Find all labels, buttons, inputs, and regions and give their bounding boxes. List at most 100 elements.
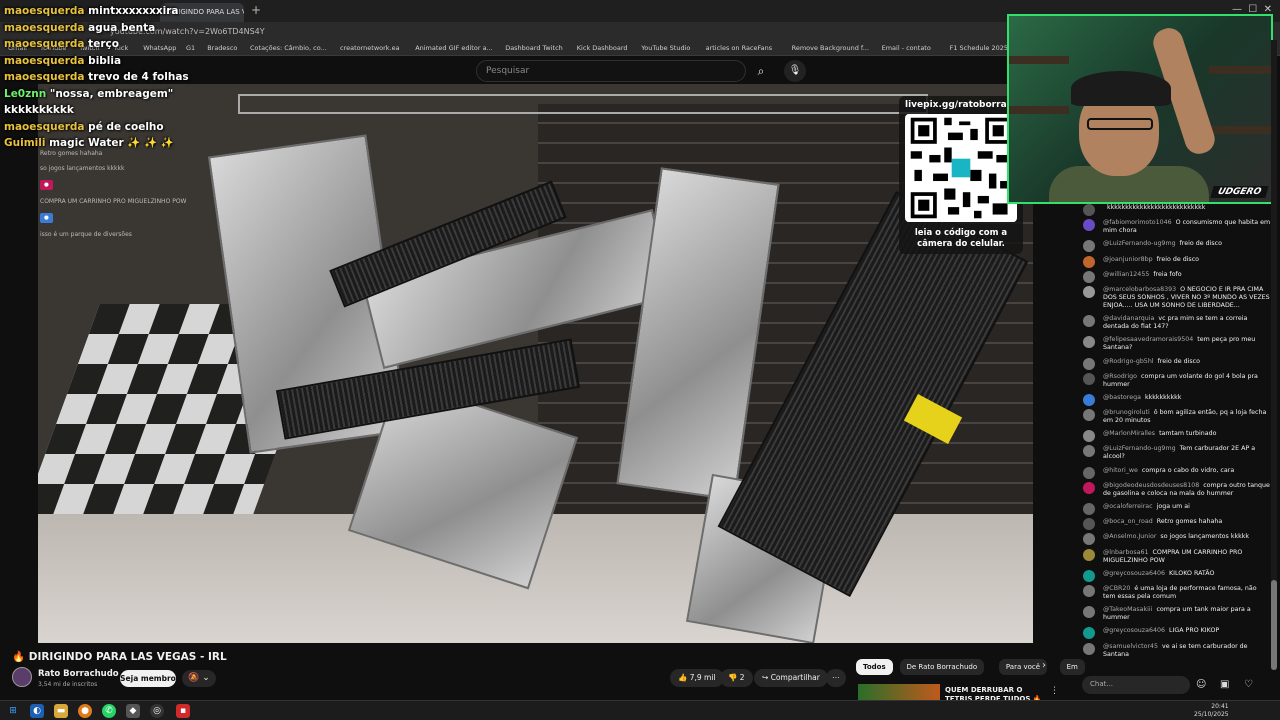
chat-username[interactable]: @bigodeodeusdosdeuses8108 (1103, 482, 1199, 489)
chat-message[interactable]: @MarlonMiralles tamtam turbinado (1075, 430, 1271, 443)
chat-username[interactable]: @willian12455 (1103, 271, 1149, 278)
chat-message[interactable]: @greycosouza6406 KILOKO RATÃO (1075, 569, 1271, 582)
filter-chip[interactable]: Em (1059, 659, 1085, 675)
search-input[interactable]: Pesquisar (476, 60, 746, 82)
chat-avatar[interactable] (1083, 372, 1095, 385)
chat-username[interactable]: @marcelobarbosa8393 (1103, 286, 1176, 293)
microphone-icon[interactable]: 🎙 (784, 60, 806, 82)
channel-avatar[interactable] (12, 667, 32, 687)
chat-username[interactable]: @felipesaavedramorais9504 (1103, 336, 1193, 343)
notification-bell-icon[interactable]: 🔕 ⌄ (182, 670, 216, 687)
bookmark-item[interactable]: Dashboard Twitch (505, 44, 563, 52)
bookmark-item[interactable]: creatornetwork.ea (340, 44, 400, 52)
chat-message[interactable]: @willian12455 freia fofo (1075, 270, 1271, 283)
chat-username[interactable]: @lnbarbosa61 (1103, 549, 1148, 556)
chat-username[interactable]: @ocaloferreirac (1103, 503, 1153, 510)
chat-avatar[interactable] (1083, 357, 1095, 370)
chat-avatar[interactable] (1083, 240, 1095, 253)
chat-avatar[interactable] (1083, 285, 1095, 298)
chat-username[interactable]: @LuizFernando-ug9mg (1103, 240, 1176, 247)
search-icon[interactable]: ⌕ (748, 60, 774, 82)
chat-username[interactable]: @brunogiroluti (1103, 409, 1150, 416)
chat-username[interactable]: @boca_on_road (1103, 518, 1153, 525)
chat-message[interactable]: @bigodeodeusdosdeuses8108 compra outro ta… (1075, 481, 1271, 498)
filter-chip[interactable]: De Rato Borrachudo (899, 659, 985, 675)
chat-avatar[interactable] (1083, 466, 1095, 479)
bookmark-item[interactable]: articles on RaceFans (706, 44, 773, 52)
whatsapp-icon[interactable]: ✆ (102, 704, 116, 718)
bookmark-item[interactable]: Kick Dashboard (577, 44, 628, 52)
chat-input[interactable]: Chat... (1082, 676, 1190, 694)
chat-message[interactable]: @brunogiroluti ô bom agiliza então, pq a … (1075, 409, 1271, 425)
chat-message[interactable]: @samuelvictor45 ve ai se tem carburador d… (1075, 642, 1271, 659)
bookmark-item[interactable]: Bradesco (207, 44, 237, 52)
chat-message[interactable]: @Rsodrigo compra um volante do gol 4 bola… (1075, 372, 1271, 389)
chat-message[interactable]: kkkkkkkkkkkkkkkkkkkkkkkkkkk (1075, 204, 1271, 216)
filter-chip[interactable]: Todos (856, 659, 893, 675)
chat-username[interactable]: @samuelvictor45 (1103, 643, 1158, 650)
chat-username[interactable]: @bastorega (1103, 394, 1141, 401)
chat-message[interactable]: @greycosouza6406 LIGA PRO KIKOP (1075, 627, 1271, 640)
chat-avatar[interactable] (1083, 481, 1095, 494)
chat-username[interactable]: @Rsodrigo (1103, 373, 1137, 380)
chat-message[interactable]: @hitori_we compra o cabo do vidro, cara (1075, 466, 1271, 479)
chat-avatar[interactable] (1083, 606, 1095, 619)
obs-icon[interactable]: ◎ (150, 704, 164, 718)
bookmark-item[interactable]: Cotações: Câmbio, co... (250, 44, 327, 52)
chat-avatar[interactable] (1083, 569, 1095, 582)
scrollbar[interactable] (1271, 40, 1277, 670)
chat-avatar[interactable] (1083, 627, 1095, 640)
chat-message[interactable]: @TakeoMasakiii compra um tank maior para … (1075, 606, 1271, 622)
chat-message[interactable]: @fabiomorimoto1046 O consumismo que habit… (1075, 219, 1271, 235)
chat-username[interactable]: @CBR20 (1103, 585, 1130, 592)
chat-avatar[interactable] (1083, 270, 1095, 283)
chat-username[interactable]: @TakeoMasakiii (1103, 606, 1152, 613)
chat-username[interactable]: @greycosouza6406 (1103, 570, 1165, 577)
chat-avatar[interactable] (1083, 445, 1095, 458)
chat-avatar[interactable] (1083, 642, 1095, 655)
bookmark-item[interactable]: Animated GIF editor a... (415, 44, 493, 52)
windows-start-icon[interactable]: ⊞ (6, 704, 20, 718)
app-icon[interactable]: ◆ (126, 704, 140, 718)
chat-username[interactable]: @Rodrigo-gb5hl (1103, 358, 1154, 365)
join-member-button[interactable]: Seja membro (120, 670, 176, 687)
chat-username[interactable]: @MarlonMiralles (1103, 430, 1155, 437)
chat-username[interactable]: @joanjunior8bp (1103, 256, 1153, 263)
like-button[interactable]: 👍 7,9 mil (670, 669, 724, 687)
chat-username[interactable]: @LuizFernando-ug9mg (1103, 445, 1176, 452)
chat-message[interactable]: @LuizFernando-ug9mg freio de disco (1075, 240, 1271, 253)
chat-message[interactable]: @Anselmo.Junior so jogos lançamentos kkkk… (1075, 533, 1271, 546)
chat-message[interactable]: @lnbarbosa61 COMPRA UM CARRINHO PRO MIGUE… (1075, 548, 1271, 565)
chat-message[interactable]: @LuizFernando-ug9mg Tem carburador 2E AP … (1075, 445, 1271, 461)
app-icon[interactable]: ▪ (176, 704, 190, 718)
chat-message[interactable]: @CBR20 é uma loja de performace famosa, n… (1075, 584, 1271, 601)
chat-avatar[interactable] (1083, 584, 1095, 597)
chat-username[interactable]: @Anselmo.Junior (1103, 533, 1156, 540)
chat-username[interactable]: @greycosouza6406 (1103, 627, 1165, 634)
app-icon[interactable]: ● (78, 704, 92, 718)
kebab-menu-icon[interactable]: ⋮ (1050, 686, 1059, 696)
chat-username[interactable]: @hitori_we (1103, 467, 1138, 474)
edge-browser-icon[interactable]: ◐ (30, 704, 44, 718)
chat-message[interactable]: @ocaloferreirac joga um ai (1075, 503, 1271, 515)
dislike-button[interactable]: 👎 2 (720, 669, 753, 687)
chat-message[interactable]: @boca_on_road Retro gomes hahaha (1075, 518, 1271, 531)
heart-icon[interactable]: ♡ (1244, 679, 1253, 690)
chat-message[interactable]: @joanjunior8bp freio de disco (1075, 255, 1271, 268)
chat-avatar[interactable] (1083, 336, 1095, 349)
bookmark-item[interactable]: Email - contato (882, 44, 931, 52)
chat-avatar[interactable] (1083, 315, 1095, 328)
scrollbar-thumb[interactable] (1271, 580, 1277, 670)
share-button[interactable]: ↪ Compartilhar (754, 669, 828, 687)
chat-avatar[interactable] (1083, 533, 1095, 546)
filter-chip[interactable]: Para você (998, 659, 1048, 675)
more-options-icon[interactable]: ⋯ (826, 669, 846, 687)
chat-username[interactable]: @fabiomorimoto1046 (1103, 219, 1172, 226)
chat-message[interactable]: @Rodrigo-gb5hl freio de disco (1075, 357, 1271, 370)
chat-avatar[interactable] (1083, 204, 1095, 216)
chat-avatar[interactable] (1083, 255, 1095, 268)
chat-avatar[interactable] (1083, 409, 1095, 422)
system-clock[interactable]: 20:41 25/10/2025 (1194, 703, 1229, 719)
chat-mode-icon[interactable]: ▣ (1220, 679, 1229, 690)
chat-avatar[interactable] (1083, 548, 1095, 561)
